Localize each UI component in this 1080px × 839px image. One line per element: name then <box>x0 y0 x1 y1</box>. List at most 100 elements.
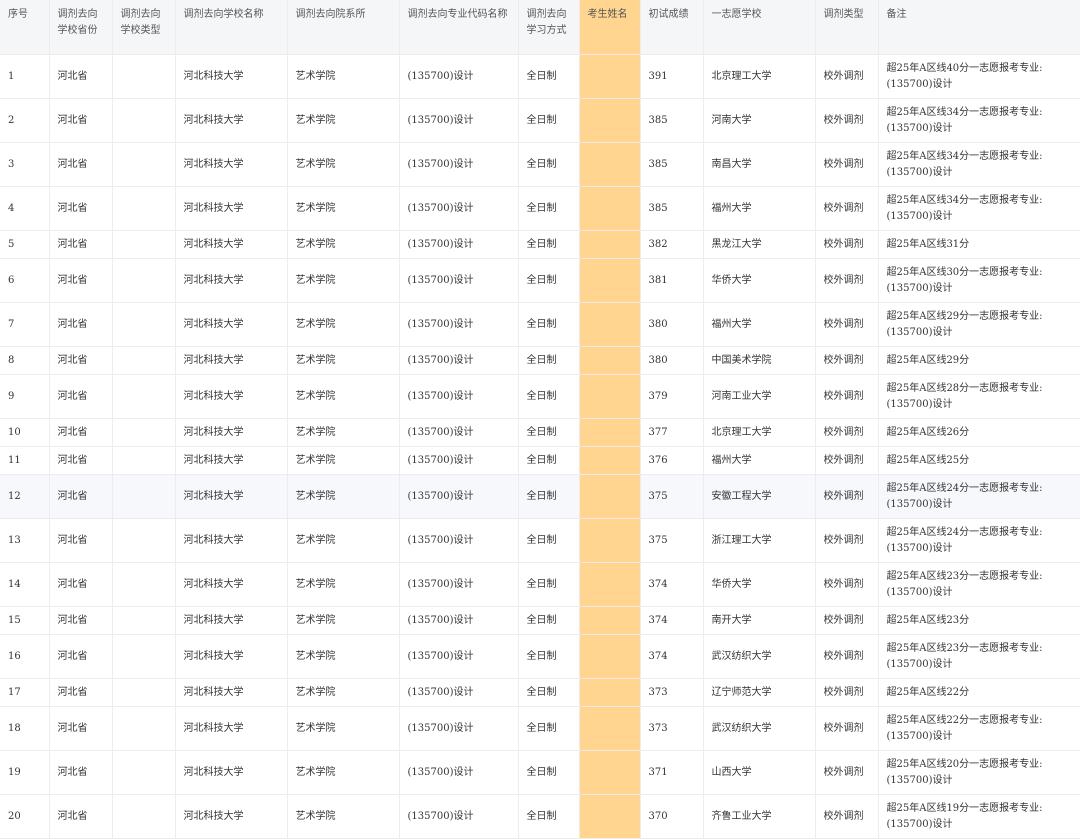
col-header-score[interactable]: 初试成绩 <box>640 0 704 55</box>
cell-dept: 艺术学院 <box>287 706 400 751</box>
cell-no: 20 <box>0 794 50 839</box>
cell-note: 超25年A区线29分 <box>878 346 1080 375</box>
cell-major: (135700)设计 <box>399 418 519 447</box>
col-header-school-type-l1: 调剂去向 <box>120 9 161 20</box>
cell-no: 7 <box>0 302 50 347</box>
col-header-note[interactable]: 备注 <box>878 0 1080 55</box>
col-header-province[interactable]: 调剂去向 学校省份 <box>49 0 113 55</box>
cell-adjust-type: 校外调剂 <box>815 142 879 187</box>
header-row: 序号 调剂去向 学校省份 调剂去向 学校类型 调剂去向学校名称 调剂去向院系所 调剂… <box>0 0 1080 55</box>
cell-school-type <box>112 794 176 839</box>
cell-province: 河北省 <box>49 606 113 635</box>
cell-mode: 全日制 <box>518 562 580 607</box>
table-row[interactable]: 2 河北省 河北科技大学 艺术学院 (135700)设计 全日制 385 河南大学 校外调剂 超2… <box>0 98 1080 143</box>
table-row[interactable]: 10 河北省 河北科技大学 艺术学院 (135700)设计 全日制 377 北京理工大学 校外调… <box>0 418 1080 447</box>
cell-dept: 艺术学院 <box>287 518 400 563</box>
cell-mode: 全日制 <box>518 374 580 419</box>
table-row[interactable]: 8 河北省 河北科技大学 艺术学院 (135700)设计 全日制 380 中国美术学院 校外调剂… <box>0 346 1080 375</box>
col-header-first-choice[interactable]: 一志愿学校 <box>703 0 816 55</box>
cell-adjust-type: 校外调剂 <box>815 606 879 635</box>
table-row[interactable]: 3 河北省 河北科技大学 艺术学院 (135700)设计 全日制 385 南昌大学 校外调剂 超2… <box>0 142 1080 187</box>
cell-school: 河北科技大学 <box>175 346 288 375</box>
col-header-mode[interactable]: 调剂去向 学习方式 <box>518 0 580 55</box>
table-row[interactable]: 7 河北省 河北科技大学 艺术学院 (135700)设计 全日制 380 福州大学 校外调剂 超2… <box>0 302 1080 347</box>
table-row[interactable]: 4 河北省 河北科技大学 艺术学院 (135700)设计 全日制 385 福州大学 校外调剂 超2… <box>0 186 1080 231</box>
cell-dept: 艺术学院 <box>287 418 400 447</box>
cell-school: 河北科技大学 <box>175 678 288 707</box>
table-row[interactable]: 5 河北省 河北科技大学 艺术学院 (135700)设计 全日制 382 黑龙江大学 校外调剂超… <box>0 230 1080 259</box>
table-row[interactable]: 9 河北省 河北科技大学 艺术学院 (135700)设计 全日制 379 河南工业大学 校外调剂… <box>0 374 1080 419</box>
col-header-major[interactable]: 调剂去向专业代码名称 <box>399 0 519 55</box>
cell-note: 超25年A区线26分 <box>878 418 1080 447</box>
table-row[interactable]: 6 河北省 河北科技大学 艺术学院 (135700)设计 全日制 381 华侨大学 校外调剂 超2… <box>0 258 1080 303</box>
cell-note: 超25年A区线23分一志愿报考专业:(135700)设计 <box>878 634 1080 679</box>
cell-major: (135700)设计 <box>399 346 519 375</box>
cell-name <box>579 794 641 839</box>
cell-school-type <box>112 346 176 375</box>
cell-score: 385 <box>640 186 704 231</box>
cell-no: 2 <box>0 98 50 143</box>
cell-major: (135700)设计 <box>399 606 519 635</box>
cell-name <box>579 186 641 231</box>
table-row[interactable]: 19 河北省 河北科技大学 艺术学院 (135700)设计 全日制 371 山西大学 校外调剂超… <box>0 750 1080 795</box>
cell-adjust-type: 校外调剂 <box>815 98 879 143</box>
cell-note: 超25年A区线40分一志愿报考专业:(135700)设计 <box>878 54 1080 99</box>
table-row[interactable]: 15 河北省 河北科技大学 艺术学院 (135700)设计 全日制 374 南开大学 校外调剂超… <box>0 606 1080 635</box>
table-row[interactable]: 13 河北省 河北科技大学 艺术学院 (135700)设计 全日制 375 浙江理工大学 校外调… <box>0 518 1080 563</box>
cell-adjust-type: 校外调剂 <box>815 418 879 447</box>
cell-note: 超25年A区线22分 <box>878 678 1080 707</box>
cell-note: 超25年A区线30分一志愿报考专业:(135700)设计 <box>878 258 1080 303</box>
cell-province: 河北省 <box>49 750 113 795</box>
cell-adjust-type: 校外调剂 <box>815 634 879 679</box>
cell-adjust-type: 校外调剂 <box>815 562 879 607</box>
cell-dept: 艺术学院 <box>287 750 400 795</box>
cell-school-type <box>112 258 176 303</box>
table-row[interactable]: 16 河北省 河北科技大学 艺术学院 (135700)设计 全日制 374 武汉纺织大学 校外调… <box>0 634 1080 679</box>
cell-name <box>579 678 641 707</box>
cell-note: 超25年A区线20分一志愿报考专业:(135700)设计 <box>878 750 1080 795</box>
cell-dept: 艺术学院 <box>287 562 400 607</box>
cell-school-type <box>112 750 176 795</box>
table-row[interactable]: 18 河北省 河北科技大学 艺术学院 (135700)设计 全日制 373 武汉纺织大学 校外调… <box>0 706 1080 751</box>
cell-mode: 全日制 <box>518 678 580 707</box>
cell-school-type <box>112 98 176 143</box>
cell-major: (135700)设计 <box>399 446 519 475</box>
cell-no: 3 <box>0 142 50 187</box>
table-row[interactable]: 17 河北省 河北科技大学 艺术学院 (135700)设计 全日制 373 辽宁师范大学 校外调… <box>0 678 1080 707</box>
cell-adjust-type: 校外调剂 <box>815 446 879 475</box>
table-row[interactable]: 14 河北省 河北科技大学 艺术学院 (135700)设计 全日制 374 华侨大学 校外调剂超… <box>0 562 1080 607</box>
cell-dept: 艺术学院 <box>287 230 400 259</box>
admission-table: 序号 调剂去向 学校省份 调剂去向 学校类型 调剂去向学校名称 调剂去向院系所 调剂… <box>0 0 1080 839</box>
col-header-adjust-type[interactable]: 调剂类型 <box>815 0 879 55</box>
cell-school: 河北科技大学 <box>175 302 288 347</box>
cell-mode: 全日制 <box>518 346 580 375</box>
cell-first-choice: 福州大学 <box>703 186 816 231</box>
cell-mode: 全日制 <box>518 418 580 447</box>
cell-dept: 艺术学院 <box>287 346 400 375</box>
col-header-dept[interactable]: 调剂去向院系所 <box>287 0 400 55</box>
cell-adjust-type: 校外调剂 <box>815 186 879 231</box>
cell-province: 河北省 <box>49 474 113 519</box>
cell-first-choice: 武汉纺织大学 <box>703 706 816 751</box>
cell-note: 超25年A区线23分一志愿报考专业:(135700)设计 <box>878 562 1080 607</box>
cell-first-choice: 南开大学 <box>703 606 816 635</box>
col-header-no[interactable]: 序号 <box>0 0 50 55</box>
cell-score: 373 <box>640 678 704 707</box>
table-row[interactable]: 12 河北省 河北科技大学 艺术学院 (135700)设计 全日制 375 安徽工程大学 校外调… <box>0 474 1080 519</box>
cell-first-choice: 浙江理工大学 <box>703 518 816 563</box>
col-header-name[interactable]: 考生姓名 <box>579 0 641 55</box>
cell-dept: 艺术学院 <box>287 606 400 635</box>
cell-mode: 全日制 <box>518 474 580 519</box>
table-row[interactable]: 11 河北省 河北科技大学 艺术学院 (135700)设计 全日制 376 福州大学 校外调剂超… <box>0 446 1080 475</box>
cell-score: 385 <box>640 142 704 187</box>
table-row[interactable]: 1 河北省 河北科技大学 艺术学院 (135700)设计 全日制 391 北京理工大学 校外调剂… <box>0 54 1080 99</box>
cell-school: 河北科技大学 <box>175 518 288 563</box>
col-header-school-type[interactable]: 调剂去向 学校类型 <box>112 0 176 55</box>
cell-name <box>579 634 641 679</box>
cell-major: (135700)设计 <box>399 230 519 259</box>
cell-school: 河北科技大学 <box>175 750 288 795</box>
table-row[interactable]: 20 河北省 河北科技大学 艺术学院 (135700)设计 全日制 370 齐鲁工业大学 校外调… <box>0 794 1080 839</box>
col-header-school[interactable]: 调剂去向学校名称 <box>175 0 288 55</box>
cell-adjust-type: 校外调剂 <box>815 302 879 347</box>
cell-mode: 全日制 <box>518 794 580 839</box>
